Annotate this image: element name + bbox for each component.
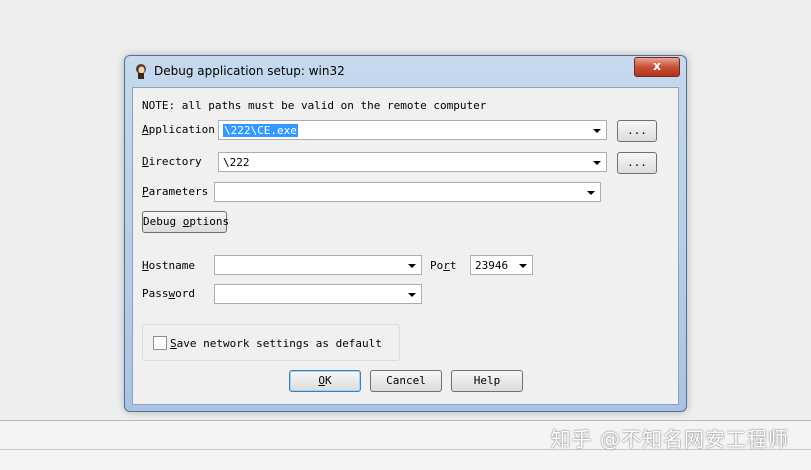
chevron-down-icon[interactable] <box>593 129 601 133</box>
directory-label: Directory <box>142 155 202 168</box>
save-network-label[interactable]: Save network settings as default <box>170 337 382 350</box>
close-icon: x <box>653 59 661 73</box>
port-combo[interactable]: 23946 <box>470 255 533 275</box>
help-button[interactable]: Help <box>451 370 523 392</box>
chevron-down-icon[interactable] <box>587 191 595 195</box>
password-label: Password <box>142 287 195 300</box>
debug-options-button[interactable]: Debug options <box>142 211 229 233</box>
close-button[interactable]: x <box>634 57 680 77</box>
title-bar[interactable]: Debug application setup: win32 x <box>125 56 686 86</box>
application-combo[interactable]: \222\CE.exe <box>218 120 607 140</box>
parameters-combo[interactable] <box>214 182 601 202</box>
dialog-title: Debug application setup: win32 <box>154 64 345 78</box>
chevron-down-icon[interactable] <box>408 264 416 268</box>
application-value: \222\CE.exe <box>223 124 298 137</box>
chevron-down-icon[interactable] <box>519 264 527 268</box>
dialog-body: NOTE: all paths must be valid on the rem… <box>132 87 679 405</box>
cancel-button[interactable]: Cancel <box>370 370 442 392</box>
watermark: 知乎 @不知名网安工程师 <box>550 427 789 451</box>
save-settings-group: Save network settings as default <box>142 324 400 361</box>
debug-setup-dialog: Debug application setup: win32 x NOTE: a… <box>124 55 687 412</box>
port-value: 23946 <box>475 259 509 272</box>
browse-application-button[interactable]: ... <box>617 120 657 142</box>
ida-app-icon <box>136 64 146 79</box>
chevron-down-icon[interactable] <box>593 161 601 165</box>
parameters-label: Parameters <box>142 185 209 198</box>
save-network-checkbox[interactable] <box>153 336 167 350</box>
port-label: Port <box>430 259 457 272</box>
directory-combo[interactable]: \222 <box>218 152 607 172</box>
ok-button[interactable]: OK <box>289 370 361 392</box>
hostname-combo[interactable] <box>214 255 422 275</box>
chevron-down-icon[interactable] <box>408 293 416 297</box>
password-combo[interactable] <box>214 284 422 304</box>
hostname-label: Hostname <box>142 259 195 272</box>
note-text: NOTE: all paths must be valid on the rem… <box>142 99 487 112</box>
browse-directory-button[interactable]: ... <box>617 152 657 174</box>
application-label: Application <box>142 123 215 136</box>
directory-value: \222 <box>223 156 250 169</box>
